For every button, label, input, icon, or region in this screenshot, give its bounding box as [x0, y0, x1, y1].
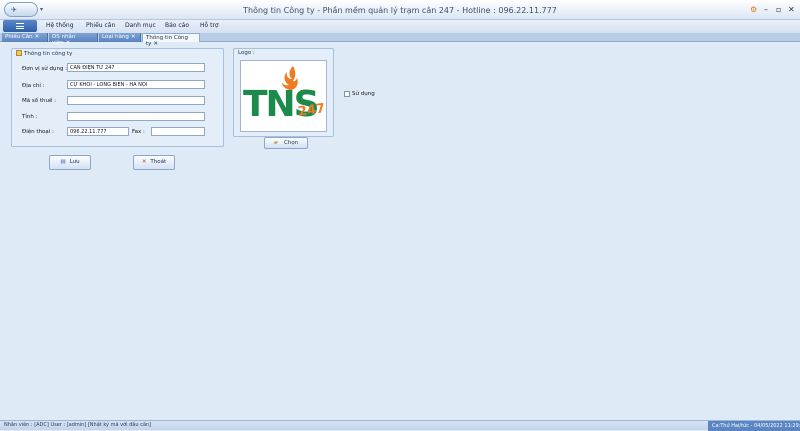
save-icon: ▤: [60, 159, 66, 165]
close-icon[interactable]: ✕: [131, 34, 136, 40]
address-label: Địa chỉ :: [22, 83, 45, 89]
document-tabs: Phiếu Cân ✕ DS nhân viên ✕ Loại hàng ✕ Thôn…: [0, 33, 800, 47]
exit-label: Thoát: [150, 159, 167, 165]
logo-caption: Logo :: [238, 50, 255, 56]
menu-he-thong[interactable]: Hệ thống: [46, 22, 74, 29]
company-info-caption: Thông tin công ty: [16, 50, 72, 57]
province-input[interactable]: [67, 112, 205, 121]
folder-open-icon: ▰: [273, 140, 279, 146]
save-label: Lưu: [69, 159, 80, 165]
title-bar: ✈ ▾ Thông tin Công ty - Phần mềm quản lý…: [0, 0, 800, 20]
ribbon-menu: Hệ thống Phiếu cân Danh mục Báo cáo Hỗ t…: [0, 20, 800, 33]
address-input[interactable]: [67, 80, 205, 89]
exit-icon: ✕: [141, 159, 147, 165]
help-icon[interactable]: ⚙: [750, 5, 757, 14]
tab-loai-hang[interactable]: Loại hàng ✕: [99, 33, 141, 42]
company-name-label: Đơn vị sử dụng :: [22, 66, 68, 72]
fax-input[interactable]: [151, 127, 205, 136]
close-icon[interactable]: ✕: [153, 41, 158, 47]
use-logo-checkbox[interactable]: [344, 91, 350, 97]
tab-label: Loại hàng: [102, 34, 129, 40]
menu-phieu-can[interactable]: Phiếu cân: [86, 22, 115, 29]
close-icon[interactable]: ✕: [66, 40, 71, 46]
close-button[interactable]: ✕: [788, 5, 795, 14]
fax-label: Fax :: [132, 129, 145, 135]
use-logo-label: Sử dụng: [352, 91, 375, 97]
window-title: Thông tin Công ty - Phần mềm quản lý trạ…: [243, 6, 557, 15]
tab-phieu-can[interactable]: Phiếu Cân ✕: [2, 33, 48, 42]
choose-logo-button[interactable]: ▰ Chọn: [264, 137, 308, 149]
exit-button[interactable]: ✕ Thoát: [133, 155, 175, 170]
phone-label: Điện thoại :: [22, 129, 54, 135]
folder-icon: [16, 50, 22, 56]
tab-thong-tin-cong-ty[interactable]: Thông tin Công ty ✕: [142, 33, 200, 47]
tab-label: Phiếu Cân: [5, 34, 33, 40]
file-menu-button[interactable]: [3, 20, 37, 32]
company-name-input[interactable]: [67, 63, 205, 72]
save-button[interactable]: ▤ Lưu: [49, 155, 91, 170]
status-bar: Nhân viên : [ADC] User : [admin] [Nhật k…: [0, 420, 800, 431]
choose-logo-label: Chọn: [284, 140, 299, 146]
tab-label: DS nhân viên: [52, 34, 76, 46]
maximize-button[interactable]: ▫: [776, 5, 781, 14]
menu-bao-cao[interactable]: Báo cáo: [165, 22, 189, 29]
company-logo: TNS 247: [240, 60, 327, 132]
province-label: Tỉnh :: [22, 114, 38, 120]
status-user-info: Nhân viên : [ADC] User : [admin] [Nhật k…: [4, 422, 152, 428]
tab-ds-nhan-vien[interactable]: DS nhân viên ✕: [49, 33, 98, 46]
minimize-button[interactable]: –: [764, 5, 768, 14]
menu-ho-tro[interactable]: Hỗ trợ: [200, 22, 219, 29]
tax-code-input[interactable]: [67, 96, 205, 105]
menu-danh-muc[interactable]: Danh mục: [125, 22, 156, 29]
company-info-title: Thông tin công ty: [24, 51, 73, 57]
menu-icon: [16, 23, 24, 29]
close-icon[interactable]: ✕: [35, 34, 40, 40]
tax-code-label: Mã số thuế :: [22, 98, 56, 104]
phone-input[interactable]: [67, 127, 129, 136]
